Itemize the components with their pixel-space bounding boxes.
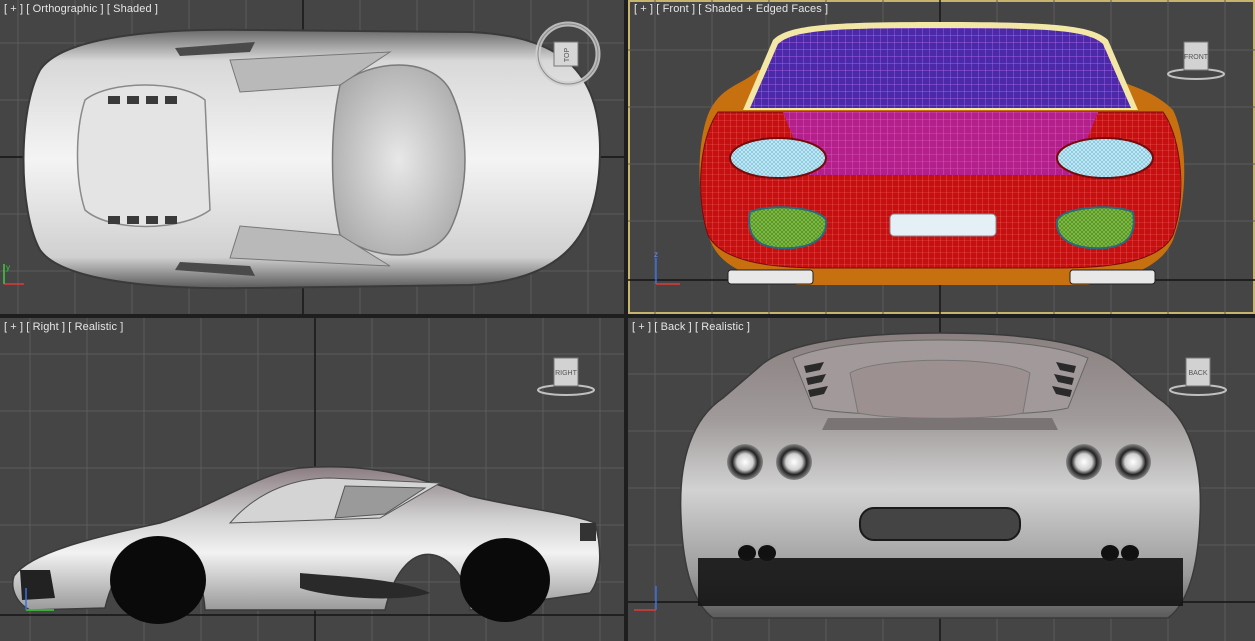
- viewport-label-front[interactable]: [ + ] [ Front ] [ Shaded + Edged Faces ]: [634, 3, 828, 15]
- car-model-top-view: [22, 28, 602, 290]
- axis-label-y: y: [6, 263, 10, 272]
- axis-tripod-front: z: [654, 250, 680, 285]
- viewport-top[interactable]: [ + ] [ Orthographic ] [ Shaded ] TOP y: [0, 0, 624, 314]
- car-model-back-view: [679, 332, 1202, 619]
- viewcube-right[interactable]: RIGHT: [532, 354, 596, 400]
- viewport-front[interactable]: [ + ] [ Front ] [ Shaded + Edged Faces ]: [628, 0, 1255, 314]
- car-model-front-view: [699, 22, 1185, 285]
- axis-tripod-right: [25, 588, 54, 611]
- axis-tripod-back: [634, 586, 657, 611]
- viewcube-label-front: FRONT: [1184, 54, 1209, 61]
- viewcube-top[interactable]: TOP: [532, 18, 604, 90]
- viewport-label-back[interactable]: [ + ] [ Back ] [ Realistic ]: [632, 321, 750, 333]
- axis-label-z: z: [654, 250, 658, 259]
- viewcube-back[interactable]: BACK: [1164, 354, 1228, 400]
- viewport-label-right[interactable]: [ + ] [ Right ] [ Realistic ]: [4, 321, 123, 333]
- axis-tripod-top: y: [3, 263, 24, 285]
- viewcube-front[interactable]: FRONT: [1162, 38, 1226, 84]
- viewport-back[interactable]: [ + ] [ Back ] [ Realistic ] BACK: [628, 318, 1255, 641]
- viewport-label-top[interactable]: [ + ] [ Orthographic ] [ Shaded ]: [4, 3, 158, 15]
- viewport-right[interactable]: [ + ] [ Right ] [ Realistic ] RIGHT: [0, 318, 624, 641]
- viewcube-label-top: TOP: [564, 48, 571, 63]
- viewcube-label-back: BACK: [1188, 370, 1207, 377]
- car-model-side-view: [12, 466, 601, 624]
- viewcube-label-right: RIGHT: [555, 370, 578, 377]
